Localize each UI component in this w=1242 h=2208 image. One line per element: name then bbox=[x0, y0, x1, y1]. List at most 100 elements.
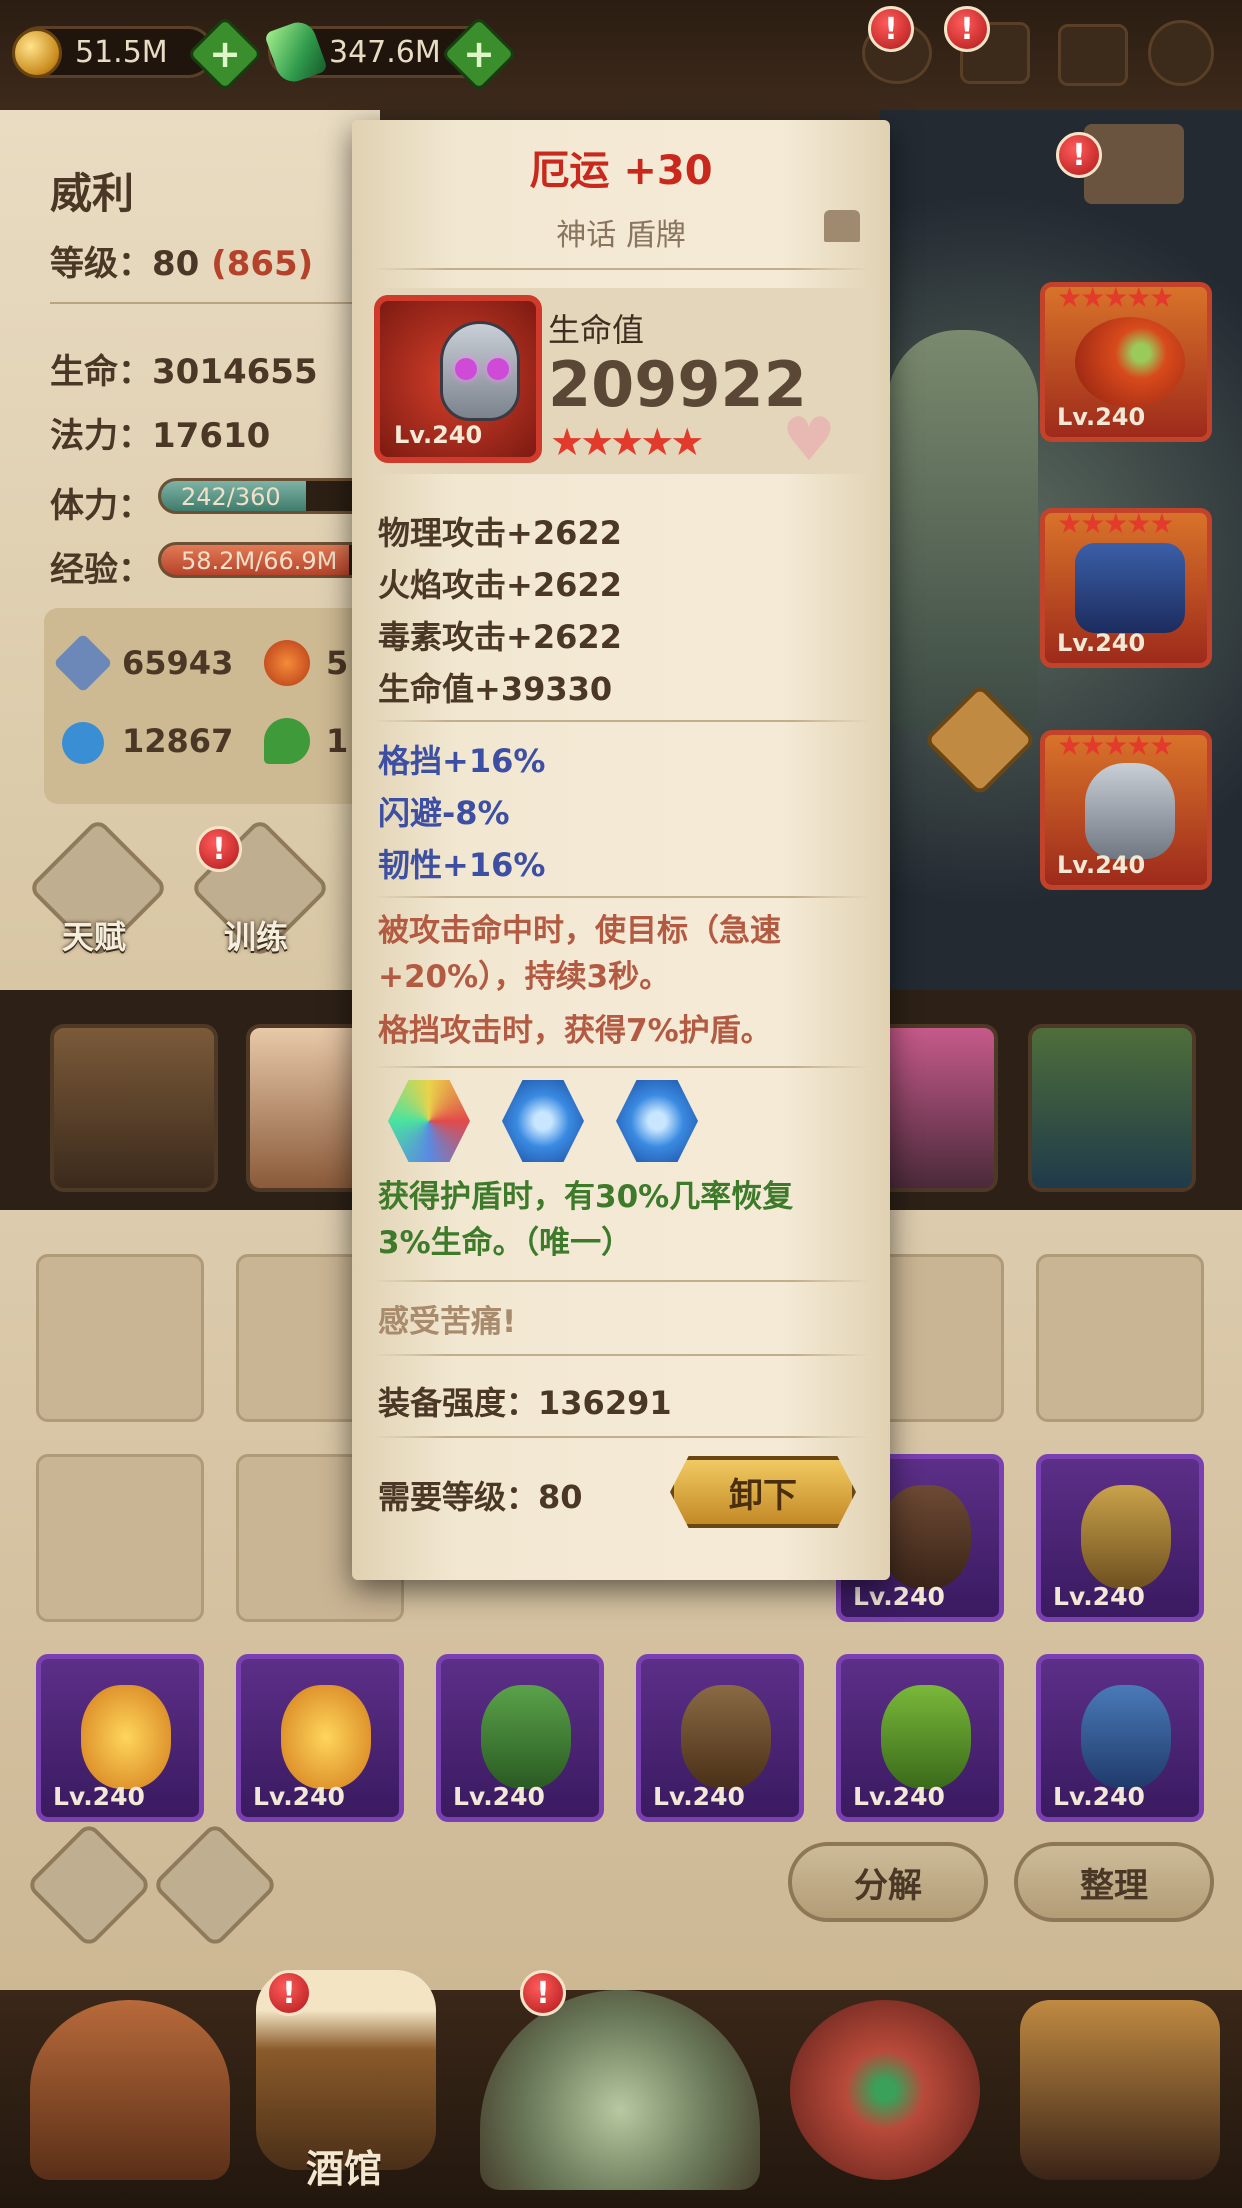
item-tooltip: 厄运 +30 神话 盾牌 Lv.240 生命值 209922 ★★★★★ ♥ 物… bbox=[352, 120, 890, 1580]
base-stat: 生命值+39330 bbox=[378, 670, 613, 708]
skull-shield-icon bbox=[1085, 763, 1175, 859]
fire-icon bbox=[264, 640, 310, 686]
heart-icon: ♥ bbox=[782, 405, 836, 475]
inventory-slot-empty[interactable] bbox=[36, 1454, 204, 1622]
item-level: Lv.240 bbox=[53, 1782, 145, 1811]
training-label: 训练 bbox=[224, 918, 289, 956]
frost-value: 12867 bbox=[122, 722, 234, 760]
bonus-stat: 闪避-8% bbox=[378, 794, 510, 832]
main-stat-label: 生命值 bbox=[548, 311, 645, 349]
nav-home[interactable] bbox=[30, 2000, 230, 2180]
base-stat: 火焰攻击+2622 bbox=[378, 566, 622, 604]
skull-icon bbox=[440, 321, 520, 421]
talent-label: 天赋 bbox=[62, 918, 127, 956]
item-stars: ★★★★★ bbox=[550, 420, 704, 464]
inventory-item-hood[interactable]: Lv.240 bbox=[836, 1654, 1004, 1822]
base-stat: 毒素攻击+2622 bbox=[378, 618, 622, 656]
inventory-item-torch[interactable]: Lv.240 bbox=[36, 1654, 204, 1822]
effect-line: +20%），持续3秒。 bbox=[378, 959, 671, 995]
item-level: Lv.240 bbox=[394, 421, 483, 449]
exp-label: 经验： bbox=[50, 550, 152, 590]
power-value: 136291 bbox=[538, 1384, 672, 1422]
inventory-item-helmet[interactable]: Lv.240 bbox=[1036, 1454, 1204, 1622]
hero-attributes-box bbox=[44, 608, 380, 804]
item-title: 厄运 +30 bbox=[529, 148, 713, 194]
divider bbox=[372, 720, 870, 722]
effect-line: 格挡攻击时，获得7%护盾。 bbox=[378, 1013, 772, 1049]
slot-level: Lv.240 bbox=[1057, 629, 1146, 657]
unequip-button[interactable]: 卸下 bbox=[670, 1456, 856, 1528]
divider bbox=[372, 1066, 870, 1068]
level-label: 等级： bbox=[50, 244, 152, 284]
nav-arena[interactable] bbox=[790, 2000, 980, 2180]
item-level: Lv.240 bbox=[653, 1782, 745, 1811]
exp-value: 58.2M/66.9M bbox=[181, 547, 338, 575]
level-value: 80 bbox=[152, 244, 200, 284]
hero-card-orc[interactable] bbox=[1028, 1024, 1196, 1192]
alert-badge: ! bbox=[868, 6, 914, 52]
inventory-slot-empty[interactable] bbox=[36, 1254, 204, 1422]
hero-card-knight[interactable] bbox=[50, 1024, 218, 1192]
required-level-value: 80 bbox=[538, 1478, 583, 1516]
boots-icon bbox=[1081, 1685, 1171, 1789]
item-level: Lv.240 bbox=[1053, 1582, 1145, 1611]
divider bbox=[50, 302, 370, 304]
flavor-text: 感受苦痛! bbox=[378, 1304, 517, 1340]
gem-value: 347.6M bbox=[329, 34, 441, 70]
gear-icon[interactable] bbox=[1148, 20, 1214, 86]
power-label: 装备强度： bbox=[378, 1384, 539, 1422]
sort-button[interactable]: 整理 bbox=[1014, 1842, 1214, 1922]
fire-value: 5 bbox=[326, 644, 349, 682]
poison-icon bbox=[264, 718, 310, 764]
torch-icon bbox=[81, 1685, 171, 1789]
stamina-label: 体力： bbox=[50, 486, 152, 526]
gold-value: 51.5M bbox=[75, 34, 168, 70]
bonus-stat: 韧性+16% bbox=[378, 846, 546, 884]
divider bbox=[372, 1354, 870, 1356]
hp-value: 3014655 bbox=[152, 352, 318, 392]
stamina-bar: 242/360 bbox=[158, 478, 380, 514]
plus-icon: + bbox=[463, 32, 495, 76]
gloves-icon bbox=[481, 1685, 571, 1789]
disassemble-button[interactable]: 分解 bbox=[788, 1842, 988, 1922]
stamina-value: 242/360 bbox=[181, 483, 281, 511]
inventory-item-boots[interactable]: Lv.240 bbox=[1036, 1654, 1204, 1822]
frost-icon bbox=[62, 722, 104, 764]
bonus-stat: 格挡+16% bbox=[378, 742, 546, 780]
inventory-item-gloves[interactable]: Lv.240 bbox=[436, 1654, 604, 1822]
poison-value: 1 bbox=[326, 722, 349, 760]
inventory-item-boots[interactable]: Lv.240 bbox=[636, 1654, 804, 1822]
shirt-icon bbox=[824, 210, 860, 242]
mail-icon[interactable] bbox=[1058, 24, 1128, 86]
item-level: Lv.240 bbox=[853, 1582, 945, 1611]
inventory-item-torch[interactable]: Lv.240 bbox=[236, 1654, 404, 1822]
hero-hp-row: 生命：3014655 bbox=[50, 344, 318, 393]
required-level-row: 需要等级：80 bbox=[378, 1472, 583, 1518]
nav-forge[interactable] bbox=[1020, 2000, 1220, 2180]
equip-slot-amulet[interactable]: ★★★★★ Lv.240 bbox=[1040, 281, 1212, 442]
alert-badge: ! bbox=[944, 6, 990, 52]
item-level: Lv.240 bbox=[253, 1782, 345, 1811]
exp-bar: 58.2M/66.9M bbox=[158, 542, 380, 578]
divider bbox=[372, 896, 870, 898]
hp-label: 生命： bbox=[50, 352, 152, 392]
slot-stars: ★★★★★ bbox=[1057, 507, 1175, 540]
equip-slot-armor[interactable]: ★★★★★ Lv.240 bbox=[1040, 507, 1212, 668]
item-icon: Lv.240 bbox=[374, 295, 542, 463]
blue-gem-icon bbox=[502, 1080, 584, 1162]
main-stat-value: 209922 bbox=[548, 348, 807, 421]
eye-icon bbox=[487, 358, 509, 380]
attack-value: 65943 bbox=[122, 644, 234, 682]
equip-slot-shield[interactable]: ★★★★★ Lv.240 bbox=[1040, 729, 1212, 890]
item-level: Lv.240 bbox=[853, 1782, 945, 1811]
slot-level: Lv.240 bbox=[1057, 403, 1146, 431]
alert-badge: ! bbox=[1056, 132, 1102, 178]
base-stat: 物理攻击+2622 bbox=[378, 514, 622, 552]
boots-icon bbox=[881, 1485, 971, 1589]
slot-stars: ★★★★★ bbox=[1057, 281, 1175, 314]
plus-icon: + bbox=[209, 32, 241, 76]
amulet-icon bbox=[1075, 317, 1185, 407]
divider bbox=[372, 1280, 870, 1282]
inventory-slot-empty[interactable] bbox=[1036, 1254, 1204, 1422]
set-bonus-line: 3%生命。（唯一） bbox=[378, 1225, 633, 1261]
